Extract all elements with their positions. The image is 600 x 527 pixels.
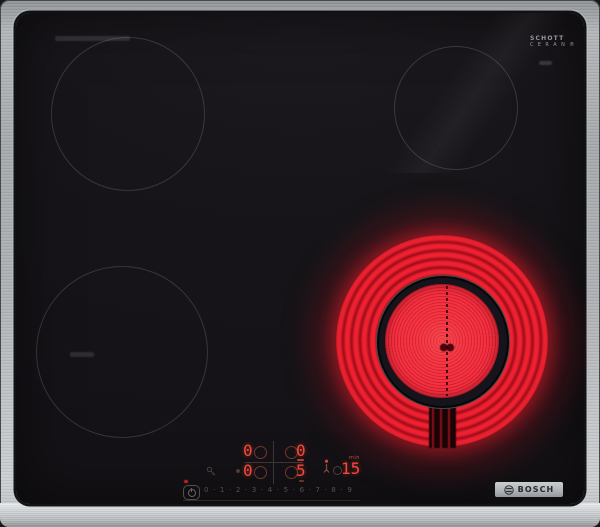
schott-line2: C E R A N ®: [530, 43, 576, 49]
disc-center-mark: [438, 341, 456, 354]
power-indicator-dot: [184, 480, 188, 483]
power-icon: [188, 489, 196, 497]
rear-left-power-display: 0: [243, 443, 253, 459]
cooking-zone-rear-right: [394, 46, 518, 170]
timer-display: 15: [341, 461, 360, 477]
zone-select-circle-icon[interactable]: [254, 466, 267, 479]
key-lock-icon[interactable]: [206, 466, 217, 477]
brand-badge: BOSCH: [495, 482, 563, 497]
rear-right-power-display: 0: [296, 443, 306, 459]
timer-icon[interactable]: [322, 459, 331, 474]
front-right-power-display: 5: [296, 463, 306, 479]
zone-select-circle-icon[interactable]: [254, 446, 267, 459]
schott-ceran-print: SCHOTT C E R A N ®: [530, 36, 576, 48]
dual-circuit-indicator: [297, 459, 304, 461]
lock-indicator-dot: [236, 469, 240, 473]
main-power-button[interactable]: [183, 485, 200, 500]
brand-name: BOSCH: [518, 486, 555, 494]
front-left-power-display: 0: [243, 463, 253, 479]
cooking-zone-front-left: [36, 266, 208, 438]
steel-frame-bottom: [0, 503, 600, 527]
schott-sub-print: [539, 61, 552, 65]
power-slider-strip[interactable]: 0 · 1 · 2 · 3 · 4 · 5 · 6 · 7 · 8 · 9: [204, 486, 353, 494]
slider-baseline: [183, 500, 360, 501]
zone-sub-indicator: [299, 480, 304, 482]
coil-connection-notch: [429, 407, 456, 448]
display-divider-horizontal: [245, 462, 303, 463]
model-print-marking: [55, 36, 130, 41]
zone-print-marking: [70, 352, 94, 357]
cooking-zone-rear-left: [51, 37, 205, 191]
cooktop: SCHOTT C E R A N ® 0 0 0 5 min 15 0 · 1 …: [0, 0, 600, 527]
bosch-armature-icon: [504, 485, 514, 495]
